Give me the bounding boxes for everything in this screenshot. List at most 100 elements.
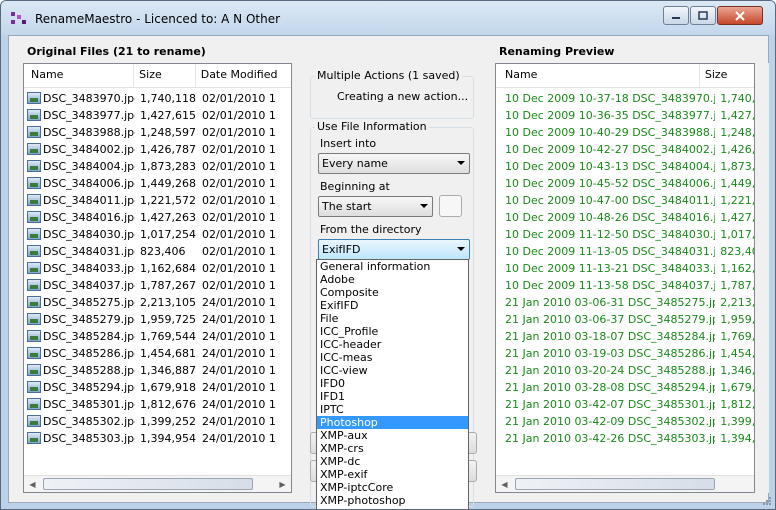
table-row[interactable]: 21 Jan 2010 03-18-07 DSC_3485284.jpg 1,76… (496, 328, 754, 345)
scroll-left-icon[interactable]: ◀ (24, 476, 41, 493)
minimize-button[interactable] (663, 6, 689, 25)
table-row[interactable]: 10 Dec 2009 11-12-50 DSC_3484030.jpg 1,01… (496, 226, 754, 243)
table-row[interactable]: DSC_3485284.jpg 1,769,544 24/01/2010 17:48 (24, 328, 291, 345)
file-size: 1,449,268 (720, 177, 754, 190)
table-row[interactable]: 10 Dec 2009 10-42-27 DSC_3484002.jpg 1,42… (496, 141, 754, 158)
dropdown-option[interactable]: XMP-photoshop (317, 494, 468, 507)
original-files-columns: Name Size Date Modified (24, 64, 291, 88)
directory-select[interactable]: ExifIFD (318, 239, 470, 260)
file-size: 1,394,954 (720, 432, 754, 445)
scroll-thumb[interactable] (515, 478, 715, 490)
position-input[interactable] (439, 195, 462, 217)
table-row[interactable]: 10 Dec 2009 11-13-05 DSC_3484031.jpg 823,… (496, 243, 754, 260)
table-row[interactable]: 21 Jan 2010 03-20-24 DSC_3485288.jpg 1,34… (496, 362, 754, 379)
table-row[interactable]: 10 Dec 2009 10-40-29 DSC_3483988.jpg 1,24… (496, 124, 754, 141)
original-files-list[interactable]: Name Size Date Modified DSC_3483970.jpg 1… (23, 63, 292, 493)
table-row[interactable]: 10 Dec 2009 10-43-13 DSC_3484004.jpg 1,87… (496, 158, 754, 175)
table-row[interactable]: DSC_3485286.jpg 1,454,681 24/01/2010 17:48 (24, 345, 291, 362)
table-row[interactable]: 10 Dec 2009 10-36-35 DSC_3483977.jpg 1,42… (496, 107, 754, 124)
beginning-at-select[interactable]: The start (318, 196, 433, 217)
table-row[interactable]: 10 Dec 2009 10-48-26 DSC_3484016.jpg 1,42… (496, 209, 754, 226)
col-size[interactable]: Size (134, 64, 196, 88)
table-row[interactable]: DSC_3483988.jpg 1,248,597 02/01/2010 16:55 (24, 124, 291, 141)
file-date: 02/01/2010 16:55 (202, 143, 276, 156)
file-size: 1,873,283 (720, 160, 754, 173)
table-row[interactable]: DSC_3485288.jpg 1,346,887 24/01/2010 17:48 (24, 362, 291, 379)
table-row[interactable]: DSC_3484030.jpg 1,017,254 02/01/2010 16:55 (24, 226, 291, 243)
table-row[interactable]: 10 Dec 2009 11-13-58 DSC_3484037.jpg 1,78… (496, 277, 754, 294)
col-date-modified[interactable]: Date Modified (196, 64, 291, 88)
table-row[interactable]: DSC_3485279.jpg 1,959,725 24/01/2010 17:48 (24, 311, 291, 328)
dropdown-option[interactable]: ICC-header (317, 338, 468, 351)
table-row[interactable]: 21 Jan 2010 03-42-07 DSC_3485301.jpg 1,81… (496, 396, 754, 413)
dropdown-option[interactable]: IPTC (317, 403, 468, 416)
title-bar[interactable]: RenameMaestro - Licenced to: A N Other (1, 1, 775, 35)
table-row[interactable]: DSC_3484006.jpg 1,449,268 02/01/2010 16:55 (24, 175, 291, 192)
table-row[interactable]: 21 Jan 2010 03-28-08 DSC_3485294.jpg 1,67… (496, 379, 754, 396)
table-row[interactable]: DSC_3484031.jpg 823,406 02/01/2010 16:55 (24, 243, 291, 260)
table-row[interactable]: DSC_3484016.jpg 1,427,263 02/01/2010 16:55 (24, 209, 291, 226)
dropdown-option[interactable]: IFD1 (317, 390, 468, 403)
table-row[interactable]: DSC_3484004.jpg 1,873,283 02/01/2010 16:55 (24, 158, 291, 175)
resize-grip-icon[interactable] (762, 496, 772, 506)
table-row[interactable]: DSC_3485294.jpg 1,679,918 24/01/2010 17:48 (24, 379, 291, 396)
insert-into-select[interactable]: Every name (318, 153, 470, 174)
table-row[interactable]: 21 Jan 2010 03-42-26 DSC_3485303.jpg 1,39… (496, 430, 754, 447)
dropdown-option[interactable]: ICC-view (317, 364, 468, 377)
horizontal-scrollbar[interactable]: ◀ (496, 475, 754, 492)
renaming-preview-list[interactable]: Name Size 10 Dec 2009 10-37-18 DSC_34839… (495, 63, 755, 493)
dropdown-option[interactable]: Photoshop (317, 416, 468, 429)
close-button[interactable] (717, 6, 763, 25)
col-name[interactable]: Name (496, 64, 700, 88)
dropdown-option[interactable]: ExifIFD (317, 299, 468, 312)
table-row[interactable]: DSC_3484033.jpg 1,162,684 02/01/2010 16:55 (24, 260, 291, 277)
dropdown-option[interactable]: XMP-iptcCore (317, 481, 468, 494)
table-row[interactable]: DSC_3484037.jpg 1,787,267 02/01/2010 16:55 (24, 277, 291, 294)
table-row[interactable]: 21 Jan 2010 03-06-31 DSC_3485275.jpg 2,21… (496, 294, 754, 311)
scroll-thumb[interactable] (43, 478, 253, 490)
dropdown-option[interactable]: File (317, 312, 468, 325)
dropdown-option[interactable]: ICC-meas (317, 351, 468, 364)
table-row[interactable]: DSC_3485301.jpg 1,812,676 24/01/2010 17:48 (24, 396, 291, 413)
table-row[interactable]: 10 Dec 2009 10-37-18 DSC_3483970.jpg 1,74… (496, 90, 754, 107)
file-name: DSC_3484033.jpg (43, 262, 135, 275)
scroll-right-icon[interactable]: ▶ (274, 476, 291, 493)
dropdown-option[interactable]: XMP-crs (317, 442, 468, 455)
col-name[interactable]: Name (24, 64, 135, 88)
file-size: 1,427,263 (720, 211, 754, 224)
table-row[interactable]: DSC_3485303.jpg 1,394,954 24/01/2010 17:48 (24, 430, 291, 447)
creating-action-text[interactable]: Creating a new action... (337, 90, 468, 103)
table-row[interactable]: 21 Jan 2010 03-19-03 DSC_3485286.jpg 1,45… (496, 345, 754, 362)
preview-rows: 10 Dec 2009 10-37-18 DSC_3483970.jpg 1,74… (496, 90, 754, 447)
table-row[interactable]: DSC_3485275.jpg 2,213,105 24/01/2010 17:48 (24, 294, 291, 311)
maximize-button[interactable] (690, 6, 716, 25)
dropdown-option[interactable]: ICC_Profile (317, 325, 468, 338)
dropdown-option[interactable]: IFD0 (317, 377, 468, 390)
dropdown-option[interactable]: Composite (317, 286, 468, 299)
file-name: DSC_3483970.jpg (43, 92, 135, 105)
file-size: 1,221,572 (720, 194, 754, 207)
scroll-left-icon[interactable]: ◀ (496, 476, 513, 492)
dropdown-option[interactable]: Adobe (317, 273, 468, 286)
multiple-actions-label: Multiple Actions (1 saved) (315, 69, 462, 82)
dropdown-option[interactable]: XMP-exif (317, 468, 468, 481)
table-row[interactable]: DSC_3484002.jpg 1,426,787 02/01/2010 16:55 (24, 141, 291, 158)
dropdown-option[interactable]: XMP-dc (317, 455, 468, 468)
table-row[interactable]: 21 Jan 2010 03-42-09 DSC_3485302.jpg 1,39… (496, 413, 754, 430)
table-row[interactable]: DSC_3483970.jpg 1,740,118 02/01/2010 16:55 (24, 90, 291, 107)
table-row[interactable]: 10 Dec 2009 10-45-52 DSC_3484006.jpg 1,44… (496, 175, 754, 192)
col-size[interactable]: Size (700, 64, 754, 88)
horizontal-scrollbar[interactable]: ◀ ▶ (24, 475, 291, 492)
table-row[interactable]: DSC_3485302.jpg 1,399,252 24/01/2010 17:48 (24, 413, 291, 430)
table-row[interactable]: DSC_3483977.jpg 1,427,615 02/01/2010 16:55 (24, 107, 291, 124)
table-row[interactable]: 21 Jan 2010 03-06-37 DSC_3485279.jpg 1,95… (496, 311, 754, 328)
table-row[interactable]: 10 Dec 2009 10-47-00 DSC_3484011.jpg 1,22… (496, 192, 754, 209)
table-row[interactable]: 10 Dec 2009 11-13-21 DSC_3484033.jpg 1,16… (496, 260, 754, 277)
file-date: 02/01/2010 16:55 (202, 211, 276, 224)
file-date: 24/01/2010 17:48 (202, 381, 276, 394)
dropdown-option[interactable]: General information (317, 260, 468, 273)
directory-dropdown-list[interactable]: General information Adobe Composite ExifIFD… (316, 259, 469, 509)
file-name: DSC_3485294.jpg (43, 381, 135, 394)
dropdown-option[interactable]: XMP-aux (317, 429, 468, 442)
table-row[interactable]: DSC_3484011.jpg 1,221,572 02/01/2010 16:55 (24, 192, 291, 209)
